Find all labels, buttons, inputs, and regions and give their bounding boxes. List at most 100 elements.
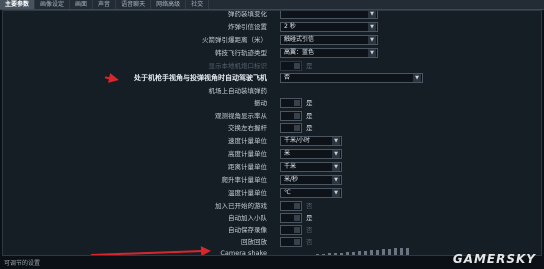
checkbox-box — [294, 215, 300, 221]
setting-label: 温度计量单位 — [228, 189, 267, 197]
slider-level-bar — [334, 252, 337, 255]
checkbox-box — [294, 227, 300, 233]
muzzle-marker-checkbox[interactable] — [280, 61, 302, 71]
tab-social[interactable]: 社交 — [186, 0, 210, 9]
setting-label: 弹药装填变化 — [228, 10, 267, 18]
dropdown-value: 米/秒 — [284, 176, 299, 183]
setting-label: 爬升率计量单位 — [221, 176, 268, 184]
setting-label: 加入已开始的游戏 — [215, 202, 267, 210]
speed-unit-dropdown[interactable]: 千米/小时 ▼ — [280, 136, 342, 146]
setting-row-swap-sticks: 交换左右握杆 是 — [3, 122, 541, 136]
slider-level-bar — [328, 253, 331, 255]
setting-label: Camera shake — [220, 249, 267, 256]
setting-label: 炸弹引信设置 — [228, 23, 267, 31]
setting-row-rocket-fuse: 火箭弹引爆距离（米） 触碰式引信 ▼ — [3, 34, 541, 48]
slider-level-bar — [346, 252, 349, 255]
chevron-down-icon: ▼ — [332, 176, 340, 184]
chevron-down-icon: ▼ — [368, 23, 376, 31]
setting-row-temperature-unit: 温度计量单位 ℃ ▼ — [3, 187, 541, 201]
chevron-down-icon: ▼ — [368, 11, 376, 18]
checkbox-yes-label: 是 — [306, 214, 313, 222]
setting-label: 高度计量单位 — [228, 150, 267, 158]
join-started-checkbox[interactable] — [280, 201, 302, 211]
tab-sound[interactable]: 声音 — [93, 0, 117, 9]
dropdown-value: 千米 — [284, 163, 297, 170]
setting-row-vibration: 振动 是 — [3, 97, 541, 111]
checkbox-yes-label: 是 — [306, 99, 313, 107]
chevron-down-icon: ▼ — [332, 137, 340, 145]
setting-row-tracer-type: 韩技飞行轨迹类型 高翼：蓝色 ▼ — [3, 47, 541, 61]
setting-label: 机场上自动装填弹药 — [208, 87, 268, 95]
temperature-unit-dropdown[interactable]: ℃ ▼ — [280, 188, 342, 198]
checkbox-box — [294, 113, 300, 119]
chevron-down-icon: ▼ — [332, 163, 340, 171]
setting-label: 交换左右握杆 — [228, 124, 267, 132]
checkbox-yes-label: 是 — [306, 124, 313, 132]
chevron-down-icon: ▼ — [368, 49, 376, 57]
chevron-down-icon: ▼ — [413, 74, 421, 82]
slider-level-bar — [316, 254, 319, 255]
climb-rate-unit-dropdown[interactable]: 米/秒 ▼ — [280, 175, 342, 185]
tab-main-params[interactable]: 主要参数 — [0, 0, 36, 9]
slider-level-bar — [340, 252, 343, 255]
checkbox-box — [294, 63, 300, 69]
dropdown-value: 高翼：蓝色 — [284, 49, 315, 56]
bomb-fuse-dropdown[interactable]: 2 秒 ▼ — [280, 22, 378, 32]
distance-unit-dropdown[interactable]: 千米 ▼ — [280, 162, 342, 172]
swap-sticks-checkbox[interactable] — [280, 123, 302, 133]
setting-row-autopilot-gunner-view: 处于机枪手视角与投弹视角时自动驾驶飞机 否 ▼ — [3, 72, 541, 86]
setting-label: 韩技飞行轨迹类型 — [215, 49, 267, 57]
altitude-unit-dropdown[interactable]: 米 ▼ — [280, 149, 342, 159]
autopilot-dropdown[interactable]: 否 ▼ — [280, 73, 423, 83]
tab-network-advanced[interactable]: 网络高级 — [151, 0, 187, 9]
slider-level-bar — [400, 248, 403, 255]
checkbox-yes-label: 是 — [306, 62, 313, 70]
setting-row-distance-unit: 距离计量单位 千米 ▼ — [3, 161, 541, 175]
slider-level-bar — [352, 251, 355, 255]
vibration-checkbox[interactable] — [280, 98, 302, 108]
dropdown-value: 千米/小时 — [284, 137, 311, 144]
auto-save-replay-checkbox[interactable] — [280, 225, 302, 235]
observer-view-checkbox[interactable] — [280, 111, 302, 121]
auto-join-squad-checkbox[interactable] — [280, 213, 302, 223]
tab-voice-chat[interactable]: 语音聊天 — [116, 0, 152, 9]
setting-label: 观测视角显示率从 — [215, 112, 267, 120]
setting-label: 火箭弹引爆距离（米） — [202, 36, 267, 44]
setting-label: 显示本地机炮口标识 — [208, 62, 268, 70]
checkbox-box — [294, 203, 300, 209]
setting-row-altitude-unit: 高度计量单位 米 ▼ — [3, 148, 541, 162]
setting-label: 振动 — [254, 99, 267, 107]
setting-dropdown[interactable]: ▼ — [280, 11, 378, 19]
tab-avatar-settings[interactable]: 画像设定 — [35, 0, 71, 9]
slider-level-bar — [406, 247, 409, 255]
camera-shake-slider[interactable] — [280, 247, 415, 255]
annotation-arrow-icon — [200, 245, 212, 255]
settings-panel: 弹药装填变化 ▼ 炸弹引信设置 2 秒 ▼ 火箭弹引爆距离（米） 触碰式引信 ▼ 韩… — [2, 10, 542, 256]
watermark-logo: GAMERSKY — [452, 252, 536, 266]
slider-level-bar — [394, 248, 397, 255]
dropdown-value: 触碰式引信 — [284, 36, 315, 43]
checkbox-box — [294, 100, 300, 106]
setting-label: 自动加入小队 — [228, 214, 267, 222]
replay-checkbox[interactable] — [280, 237, 302, 247]
status-text: 可调节的设置 — [4, 260, 41, 267]
dropdown-value: 2 秒 — [284, 23, 296, 30]
chevron-down-icon: ▼ — [332, 150, 340, 158]
dropdown-value: 米 — [284, 150, 291, 157]
dropdown-value: ℃ — [284, 189, 291, 196]
setting-label: 速度计量单位 — [228, 137, 267, 145]
slider-level-bar — [370, 250, 373, 255]
setting-label: 处于机枪手视角与投弹视角时自动驾驶飞机 — [134, 74, 267, 82]
checkbox-yes-label: 是 — [306, 112, 313, 120]
setting-row-speed-unit: 速度计量单位 千米/小时 ▼ — [3, 135, 541, 149]
tab-graphics[interactable]: 画面 — [70, 0, 94, 9]
settings-tab-bar: 主要参数 画像设定 画面 声音 语音聊天 网络高级 社交 — [0, 0, 544, 10]
tracer-type-dropdown[interactable]: 高翼：蓝色 ▼ — [280, 48, 378, 58]
setting-row-bomb-fuse: 炸弹引信设置 2 秒 ▼ — [3, 21, 541, 35]
checkbox-box — [294, 239, 300, 245]
slider-level-bar — [358, 251, 361, 255]
slider-level-bar — [382, 249, 385, 255]
setting-label: 距离计量单位 — [228, 163, 267, 171]
slider-level-bar — [364, 250, 367, 255]
rocket-fuse-dropdown[interactable]: 触碰式引信 ▼ — [280, 35, 378, 45]
